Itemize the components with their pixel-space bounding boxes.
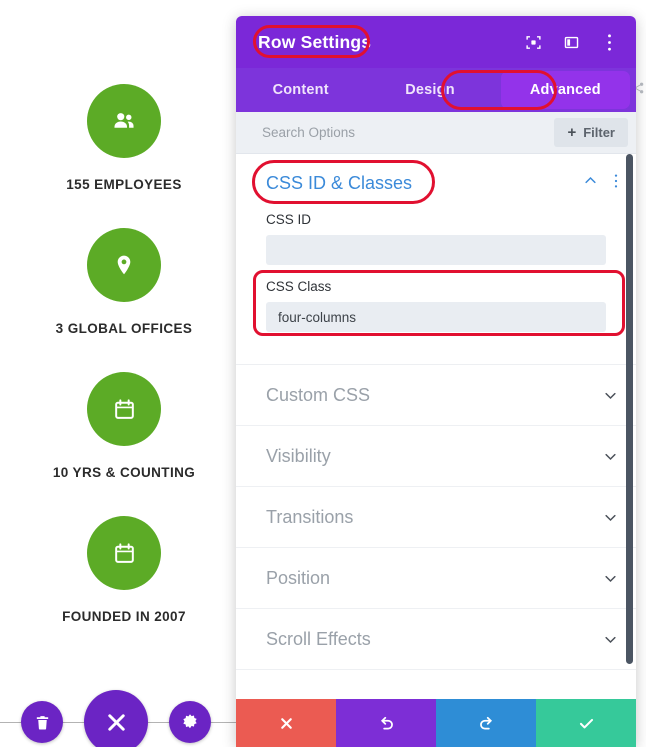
search-filter-row: + Filter [236,112,636,154]
search-input[interactable] [262,125,555,140]
section-header[interactable]: CSS ID & Classes [236,154,636,212]
tab-design[interactable]: Design [365,68,494,112]
section-visibility[interactable]: Visibility [236,426,636,487]
stat-label: FOUNDED IN 2007 [62,609,186,624]
stat-label: 10 YRS & COUNTING [52,465,196,480]
section-title: Position [266,567,331,588]
close-x-icon [280,717,292,729]
plus-icon: + [567,124,577,141]
calendar-icon [114,398,134,419]
modal-tab-bar: Content Design Advanced [236,68,636,112]
section-css-id-classes: CSS ID & Classes CSS ID CSS Class four-c… [236,154,636,365]
expand-icon [525,35,541,49]
css-id-input[interactable] [266,235,606,265]
section-custom-css[interactable]: Custom CSS [236,365,636,426]
field-label: CSS ID [266,212,312,227]
stat-item: FOUNDED IN 2007 [0,516,248,624]
stat-label: 155 EMPLOYEES [66,177,182,192]
section-transitions[interactable]: Transitions [236,487,636,548]
stat-circle-people [87,84,161,158]
stat-circle-location [87,228,161,302]
columns-icon [564,36,578,48]
section-title: Transitions [266,506,354,527]
css-class-input[interactable] [266,302,606,332]
chevron-down-icon [603,632,618,647]
trash-icon [36,715,48,730]
filter-button-label: Filter [583,125,615,140]
tab-advanced[interactable]: Advanced [500,71,630,109]
row-settings-modal: Row Settings Content Design Advanced Sea… [236,16,636,747]
undo-button[interactable] [336,699,436,747]
stat-item: 3 GLOBAL OFFICES [0,228,248,336]
chevron-down-icon [603,449,618,464]
split-view-icon[interactable] [562,33,580,51]
expand-view-icon[interactable] [524,33,542,51]
section-menu-icon[interactable] [614,173,618,194]
cancel-button[interactable] [236,699,336,747]
people-icon [114,113,134,128]
section-header-icons [583,173,618,194]
chevron-down-icon [603,510,618,525]
kebab-menu-icon [614,174,618,187]
chevron-up-icon[interactable] [583,173,598,193]
scrollbar-thumb[interactable] [626,154,633,664]
field-label: CSS Class [266,279,332,294]
modal-body: CSS ID & Classes CSS ID CSS Class four-c… [236,154,636,699]
more-options-icon[interactable] [600,33,618,51]
stats-column: 155 EMPLOYEES 3 GLOBAL OFFICES 10 YRS & … [0,0,248,624]
undo-arrow-icon [380,716,393,730]
close-builder-button[interactable] [84,690,148,747]
stat-item: 10 YRS & COUNTING [0,372,248,480]
checkmark-icon [579,718,593,728]
chevron-down-icon [603,571,618,586]
settings-button[interactable] [169,701,211,743]
map-pin-icon [117,255,131,275]
redo-button[interactable] [436,699,536,747]
kebab-menu-icon [607,33,611,51]
filter-button[interactable]: + Filter [554,118,628,147]
stat-item: 155 EMPLOYEES [0,84,248,192]
header-icon-group [524,33,618,51]
redo-arrow-icon [479,716,492,730]
stat-label: 3 GLOBAL OFFICES [55,321,193,336]
chevron-down-icon [603,388,618,403]
field-css-class: CSS Class [236,270,636,336]
close-x-icon [107,713,125,731]
stat-circle-calendar [87,516,161,590]
section-title: Custom CSS [266,384,371,405]
stat-circle-calendar [87,372,161,446]
modal-footer-actions [236,699,636,747]
gear-icon [183,714,197,729]
calendar-icon [114,542,134,563]
section-position[interactable]: Position [236,548,636,609]
section-title: Visibility [266,445,331,466]
section-scroll-effects[interactable]: Scroll Effects [236,609,636,670]
page-title: Row Settings [258,31,372,52]
section-title: Scroll Effects [266,628,371,649]
delete-row-button[interactable] [21,701,63,743]
tab-content[interactable]: Content [236,68,365,112]
save-button[interactable] [536,699,636,747]
modal-header: Row Settings [236,16,636,68]
modal-scrollbar[interactable] [626,154,633,699]
section-title: CSS ID & Classes [266,172,413,193]
screen: 155 EMPLOYEES 3 GLOBAL OFFICES 10 YRS & … [0,0,646,747]
field-css-id: CSS ID [236,212,636,265]
